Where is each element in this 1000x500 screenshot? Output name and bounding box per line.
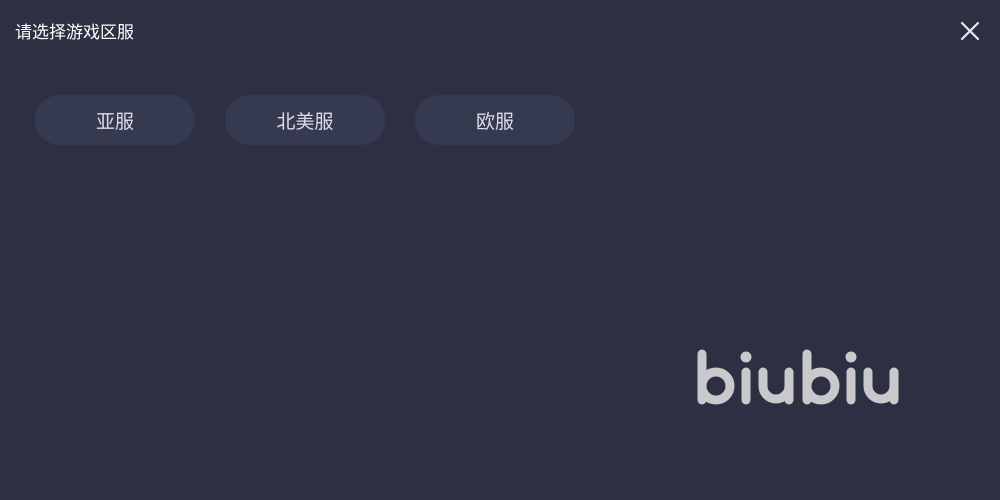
biubiu-logo: biubiu: [697, 349, 899, 405]
close-button[interactable]: [956, 17, 984, 45]
server-button-north-america[interactable]: 北美服: [225, 95, 385, 145]
server-button-europe[interactable]: 欧服: [415, 95, 575, 145]
server-button-asia[interactable]: 亚服: [35, 95, 195, 145]
server-list: 亚服 北美服 欧服: [35, 95, 575, 145]
dialog-title: 请选择游戏区服: [15, 23, 134, 43]
server-select-dialog: 请选择游戏区服 亚服 北美服 欧服 biubiu: [0, 0, 1000, 500]
server-button-label: 欧服: [475, 110, 514, 133]
close-icon: [960, 21, 980, 41]
server-button-label: 亚服: [95, 110, 134, 133]
server-button-label: 北美服: [276, 110, 334, 133]
